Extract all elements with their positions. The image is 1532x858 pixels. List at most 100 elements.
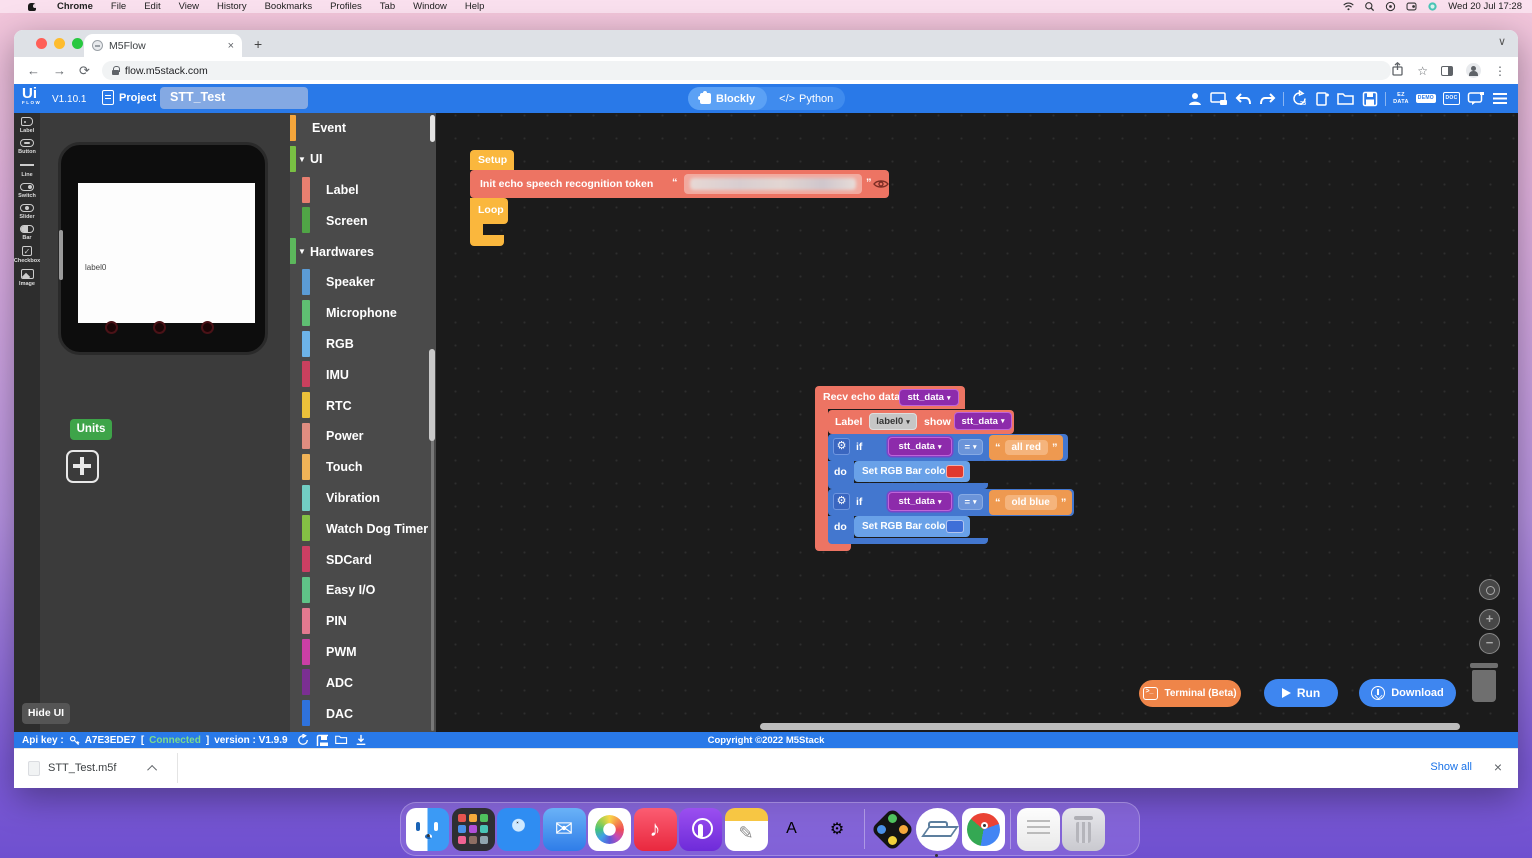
share-icon[interactable] <box>1391 62 1404 79</box>
block-if-2[interactable]: ⚙ if stt_data▾ =▾ “ old blue ” <box>828 489 1074 516</box>
category-screen[interactable]: Screen <box>290 205 436 236</box>
category-hardwares[interactable]: ▼Hardwares <box>290 236 436 267</box>
widget-image[interactable]: Image <box>14 269 40 287</box>
address-bar[interactable]: flow.m5stack.com <box>102 61 1391 80</box>
dock-mail[interactable]: ✉ <box>543 808 586 851</box>
downloads-close-icon[interactable]: × <box>1494 759 1502 775</box>
widget-line[interactable]: Line <box>14 160 40 178</box>
dock-m5burner[interactable] <box>871 808 914 851</box>
doc-icon[interactable]: DOC <box>1443 92 1460 105</box>
block-set-rgb-2[interactable]: Set RGB Bar color <box>854 516 970 537</box>
if1-string-block[interactable]: “ all red ” <box>989 435 1063 460</box>
if1-operator-dropdown[interactable]: =▾ <box>958 439 983 455</box>
dock-app-store[interactable]: A <box>770 808 813 851</box>
category-watch-dog-timer[interactable]: Watch Dog Timer <box>290 513 436 544</box>
browser-menu-icon[interactable]: ⋮ <box>1494 64 1506 78</box>
dock-finder[interactable] <box>406 808 449 851</box>
menu-item-help[interactable]: Help <box>456 1 494 12</box>
downloaded-file-chip[interactable]: STT_Test.m5f <box>28 755 157 781</box>
category-speaker[interactable]: Speaker <box>290 267 436 298</box>
zoom-in-button[interactable]: + <box>1479 609 1500 630</box>
widget-switch[interactable]: Switch <box>14 183 40 199</box>
device-button-a[interactable] <box>105 321 118 334</box>
open-folder-icon[interactable] <box>335 734 348 746</box>
dock-document[interactable] <box>1017 808 1060 851</box>
show-var-dropdown[interactable]: stt_data▾ <box>954 412 1012 430</box>
dock-podcasts[interactable] <box>679 808 722 851</box>
new-tab-button[interactable]: + <box>254 36 262 52</box>
color-swatch-blue[interactable] <box>946 520 964 533</box>
block-loop[interactable]: Loop <box>470 198 508 224</box>
show-all-link[interactable]: Show all <box>1430 761 1472 773</box>
chevron-down-icon[interactable]: ▼ <box>298 155 306 164</box>
category-pin[interactable]: PIN <box>290 606 436 637</box>
device-button-b[interactable] <box>153 321 166 334</box>
dock-trash[interactable] <box>1062 808 1105 851</box>
category-event[interactable]: Event <box>290 113 436 144</box>
category-imu[interactable]: IMU <box>290 359 436 390</box>
category-sdcard[interactable]: SDCard <box>290 544 436 575</box>
trash-icon[interactable] <box>1468 663 1500 703</box>
if1-string-value[interactable]: all red <box>1005 440 1048 455</box>
gear-icon[interactable]: ⚙ <box>833 493 850 510</box>
run-button[interactable]: Run <box>1264 679 1338 707</box>
search-icon[interactable] <box>1364 1 1375 12</box>
lock-icon[interactable] <box>112 66 119 75</box>
category-microphone[interactable]: Microphone <box>290 298 436 329</box>
profile-avatar[interactable] <box>1466 63 1481 78</box>
device-button-c[interactable] <box>201 321 214 334</box>
recv-var-dropdown[interactable]: stt_data▾ <box>899 389 959 406</box>
terminal-button[interactable]: Terminal (Beta) <box>1139 680 1241 707</box>
if1-var-dropdown[interactable]: stt_data▾ <box>888 437 952 456</box>
forward-button[interactable]: → <box>53 63 66 78</box>
download-icon[interactable] <box>355 734 367 746</box>
project-name-input[interactable]: STT_Test <box>160 87 308 109</box>
browser-tab[interactable]: M5Flow × <box>84 34 242 57</box>
token-field[interactable] <box>684 174 862 194</box>
widget-button[interactable]: Button <box>14 139 40 155</box>
if2-var-dropdown[interactable]: stt_data▾ <box>888 492 952 511</box>
menu-item-history[interactable]: History <box>208 1 256 12</box>
menu-item-edit[interactable]: Edit <box>135 1 169 12</box>
category-touch[interactable]: Touch <box>290 452 436 483</box>
menu-item-view[interactable]: View <box>170 1 208 12</box>
download-button[interactable]: Download <box>1359 679 1456 707</box>
block-if-1[interactable]: ⚙ if stt_data▾ =▾ “ all red ” <box>828 434 1068 461</box>
category-rtc[interactable]: RTC <box>290 390 436 421</box>
category-pwm[interactable]: PWM <box>290 637 436 668</box>
menu-item-window[interactable]: Window <box>404 1 456 12</box>
user-icon[interactable] <box>1187 91 1203 107</box>
open-folder-icon[interactable] <box>1337 91 1355 106</box>
dock-system-preferences[interactable]: ⚙ <box>816 808 859 851</box>
blockly-canvas[interactable]: Setup Init echo speech recognition token… <box>436 113 1518 732</box>
menu-item-tab[interactable]: Tab <box>371 1 404 12</box>
demo-icon[interactable]: DEMO <box>1416 94 1436 104</box>
close-window-button[interactable] <box>36 38 47 49</box>
bookmark-star-icon[interactable]: ☆ <box>1417 64 1428 78</box>
widget-slider[interactable]: Slider <box>14 204 40 220</box>
reload-button[interactable]: ⟳ <box>79 63 90 79</box>
zoom-reset-button[interactable] <box>1479 579 1500 600</box>
redo-icon[interactable] <box>1259 92 1276 106</box>
hide-ui-button[interactable]: Hide UI <box>22 703 70 724</box>
eye-icon[interactable] <box>873 176 889 192</box>
menu-item-chrome[interactable]: Chrome <box>48 1 102 12</box>
category-dac[interactable]: DAC <box>290 698 436 729</box>
if2-operator-dropdown[interactable]: =▾ <box>958 494 983 510</box>
category-power[interactable]: Power <box>290 421 436 452</box>
history-icon[interactable]: 23 <box>1291 90 1308 107</box>
menu-item-bookmarks[interactable]: Bookmarks <box>256 1 322 12</box>
dock-safari[interactable] <box>497 808 540 851</box>
tab-blockly[interactable]: Blockly <box>688 87 767 110</box>
tab-search-chevron-icon[interactable]: ∨ <box>1498 35 1506 48</box>
category-adc[interactable]: ADC <box>290 667 436 698</box>
chevron-down-icon[interactable]: ▼ <box>298 247 306 256</box>
dock-photos[interactable] <box>588 808 631 851</box>
dock-m5stack[interactable] <box>916 808 959 851</box>
add-unit-button[interactable] <box>66 450 99 483</box>
widget-label[interactable]: Label <box>14 117 40 134</box>
menu-item-profiles[interactable]: Profiles <box>321 1 371 12</box>
minimize-window-button[interactable] <box>54 38 65 49</box>
feedback-icon[interactable] <box>1467 91 1485 107</box>
category-ui[interactable]: ▼UI <box>290 144 436 175</box>
